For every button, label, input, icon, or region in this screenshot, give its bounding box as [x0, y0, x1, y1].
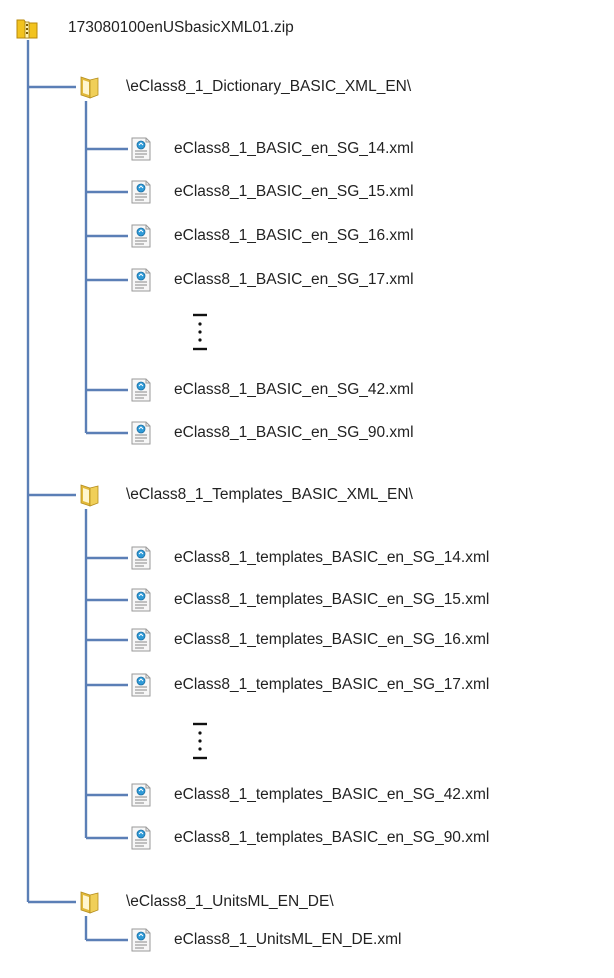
folder-item-0[interactable]: \eClass8_1_Dictionary_BASIC_XML_EN\ [76, 72, 411, 102]
xml-file-icon [128, 223, 154, 249]
file-item-label: eClass8_1_BASIC_en_SG_17.xml [174, 271, 414, 288]
file-item[interactable]: eClass8_1_templates_BASIC_en_SG_15.xml [128, 585, 489, 615]
file-item-label: eClass8_1_UnitsML_EN_DE.xml [174, 931, 402, 948]
xml-file-icon [128, 627, 154, 653]
xml-file-icon [128, 267, 154, 293]
xml-file-icon [128, 927, 154, 953]
file-item-label: eClass8_1_templates_BASIC_en_SG_17.xml [174, 676, 490, 693]
root-zip-item[interactable]: 173080100enUSbasicXML01.zip [14, 13, 294, 43]
file-item[interactable]: eClass8_1_BASIC_en_SG_17.xml [128, 265, 414, 295]
xml-file-icon [128, 136, 154, 162]
folder-icon [76, 889, 102, 915]
file-item[interactable]: eClass8_1_templates_BASIC_en_SG_42.xml [128, 780, 489, 810]
file-item-label: eClass8_1_templates_BASIC_en_SG_14.xml [174, 549, 490, 566]
root-zip-item-label: 173080100enUSbasicXML01.zip [68, 19, 294, 36]
folder-item-2-label: \eClass8_1_UnitsML_EN_DE\ [126, 893, 334, 910]
xml-file-icon [128, 782, 154, 808]
folder-icon [76, 482, 102, 508]
file-item[interactable]: eClass8_1_UnitsML_EN_DE.xml [128, 925, 401, 955]
file-item-label: eClass8_1_BASIC_en_SG_90.xml [174, 424, 414, 441]
file-item[interactable]: eClass8_1_templates_BASIC_en_SG_16.xml [128, 625, 489, 655]
zip-folder-icon [14, 15, 40, 41]
file-item-label: eClass8_1_templates_BASIC_en_SG_15.xml [174, 591, 490, 608]
file-item-label: eClass8_1_BASIC_en_SG_42.xml [174, 381, 414, 398]
xml-file-icon [128, 545, 154, 571]
file-item-label: eClass8_1_BASIC_en_SG_16.xml [174, 227, 414, 244]
xml-file-icon [128, 377, 154, 403]
file-item[interactable]: eClass8_1_BASIC_en_SG_14.xml [128, 134, 414, 164]
file-item-label: eClass8_1_templates_BASIC_en_SG_90.xml [174, 829, 490, 846]
xml-file-icon [128, 420, 154, 446]
xml-file-icon [128, 179, 154, 205]
file-item-label: eClass8_1_templates_BASIC_en_SG_42.xml [174, 786, 490, 803]
file-item[interactable]: eClass8_1_templates_BASIC_en_SG_90.xml [128, 823, 489, 853]
file-item[interactable]: eClass8_1_BASIC_en_SG_15.xml [128, 177, 414, 207]
folder-item-2[interactable]: \eClass8_1_UnitsML_EN_DE\ [76, 887, 334, 917]
xml-file-icon [128, 587, 154, 613]
file-item-label: eClass8_1_BASIC_en_SG_14.xml [174, 140, 414, 157]
folder-item-1-label: \eClass8_1_Templates_BASIC_XML_EN\ [126, 486, 413, 503]
xml-file-icon [128, 672, 154, 698]
folder-item-1[interactable]: \eClass8_1_Templates_BASIC_XML_EN\ [76, 480, 413, 510]
file-item[interactable]: eClass8_1_templates_BASIC_en_SG_17.xml [128, 670, 489, 700]
file-item-label: eClass8_1_templates_BASIC_en_SG_16.xml [174, 631, 490, 648]
file-item[interactable]: eClass8_1_templates_BASIC_en_SG_14.xml [128, 543, 489, 573]
file-item-label: eClass8_1_BASIC_en_SG_15.xml [174, 183, 414, 200]
folder-icon [76, 74, 102, 100]
file-item[interactable]: eClass8_1_BASIC_en_SG_90.xml [128, 418, 414, 448]
file-item[interactable]: eClass8_1_BASIC_en_SG_42.xml [128, 375, 414, 405]
folder-item-0-label: \eClass8_1_Dictionary_BASIC_XML_EN\ [126, 78, 412, 95]
file-tree: 173080100enUSbasicXML01.zip \eClass8_1_D… [0, 0, 614, 978]
vertical-ellipsis-icon [188, 312, 212, 357]
xml-file-icon [128, 825, 154, 851]
file-item[interactable]: eClass8_1_BASIC_en_SG_16.xml [128, 221, 414, 251]
vertical-ellipsis-icon [188, 721, 212, 766]
